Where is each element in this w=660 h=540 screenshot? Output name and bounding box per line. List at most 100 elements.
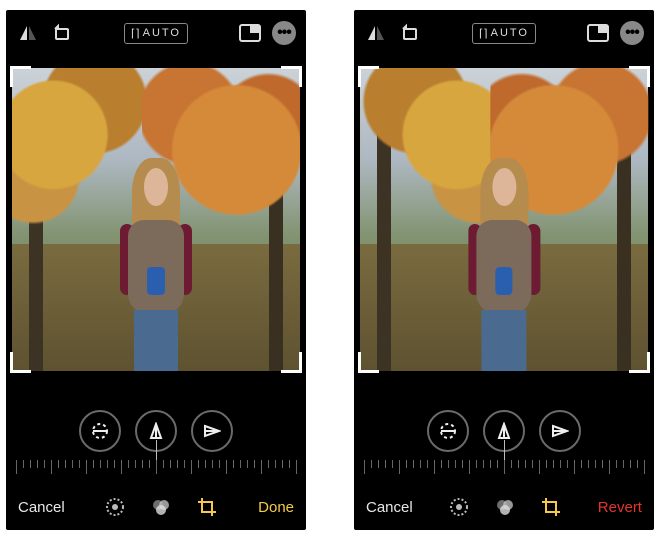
ruler-pointer [156, 440, 157, 460]
ruler-tick [79, 460, 80, 468]
ruler-pointer [504, 440, 505, 460]
ruler-tick [100, 460, 101, 468]
crop-handle-top-left[interactable] [358, 66, 379, 87]
ruler-tick [212, 460, 213, 468]
ruler-tick [574, 460, 575, 474]
photo-editor-screen: ⌈⌉ AUTO ••• [354, 10, 654, 530]
ruler-tick [177, 460, 178, 468]
ruler-tick [560, 460, 561, 468]
horizontal-perspective-tool[interactable] [191, 410, 233, 452]
crop-handle-top-left[interactable] [10, 66, 31, 87]
photo-subject [461, 135, 547, 371]
ruler-tick [399, 460, 400, 474]
ruler-tick [72, 460, 73, 468]
ruler-tick [44, 460, 45, 468]
straighten-tool[interactable] [427, 410, 469, 452]
horizontal-perspective-tool[interactable] [539, 410, 581, 452]
more-button[interactable]: ••• [272, 21, 296, 45]
auto-label: AUTO [491, 27, 529, 39]
page: ⌈⌉ AUTO ••• [0, 0, 660, 540]
ellipsis-icon: ••• [625, 24, 639, 42]
photo-subject [113, 135, 199, 371]
ruler-tick [434, 460, 435, 474]
auto-button[interactable]: ⌈⌉ AUTO [124, 23, 188, 44]
cancel-button[interactable]: Cancel [18, 499, 65, 516]
ruler-tick [441, 460, 442, 468]
ruler-tick [616, 460, 617, 468]
straighten-tool[interactable] [79, 410, 121, 452]
ruler-tick [602, 460, 603, 468]
ruler-tick [114, 460, 115, 468]
ruler-tick [219, 460, 220, 468]
auto-button[interactable]: ⌈⌉ AUTO [472, 23, 536, 44]
ruler-tick [205, 460, 206, 468]
ruler-tick [539, 460, 540, 474]
crop-handle-top-right[interactable] [281, 66, 302, 87]
ruler-tick [156, 460, 157, 474]
ruler-tick [247, 460, 248, 468]
ruler-tick [476, 460, 477, 468]
ellipsis-icon: ••• [277, 24, 291, 42]
filters-icon[interactable] [493, 495, 517, 519]
cancel-button[interactable]: Cancel [366, 499, 413, 516]
crop-icon[interactable] [539, 495, 563, 519]
done-button[interactable]: Done [258, 499, 294, 516]
ruler-tick [135, 460, 136, 468]
auto-label: AUTO [143, 27, 181, 39]
auto-brackets-icon: ⌈⌉ [479, 27, 488, 40]
ruler-tick [588, 460, 589, 468]
ruler-tick [296, 460, 297, 474]
ruler-tick [93, 460, 94, 468]
ruler-tick [420, 460, 421, 468]
rotate-icon[interactable] [50, 21, 74, 45]
photo-canvas[interactable] [360, 68, 648, 371]
adjust-icon[interactable] [447, 495, 471, 519]
ruler-tick [609, 460, 610, 474]
ruler-tick [518, 460, 519, 468]
top-toolbar: ⌈⌉ AUTO ••• [6, 10, 306, 56]
ruler-tick [16, 460, 17, 474]
flip-horizontal-icon[interactable] [16, 21, 40, 45]
ruler-tick [149, 460, 150, 468]
ruler-tick [23, 460, 24, 468]
ruler-tick [490, 460, 491, 468]
ruler-tick [553, 460, 554, 468]
filters-icon[interactable] [149, 495, 173, 519]
ruler-tick [378, 460, 379, 468]
ruler-tick [567, 460, 568, 468]
ruler-tick [51, 460, 52, 474]
top-toolbar: ⌈⌉ AUTO ••• [354, 10, 654, 56]
flip-horizontal-icon[interactable] [364, 21, 388, 45]
rotate-icon[interactable] [398, 21, 422, 45]
ruler-tick [240, 460, 241, 468]
crop-handle-bottom-left[interactable] [358, 352, 379, 373]
ruler-tick [455, 460, 456, 468]
aspect-ratio-icon[interactable] [238, 21, 262, 45]
crop-handle-bottom-right[interactable] [629, 352, 650, 373]
ruler-tick [630, 460, 631, 468]
aspect-ratio-icon[interactable] [586, 21, 610, 45]
ruler-tick [268, 460, 269, 468]
ruler-tick [371, 460, 372, 468]
ruler-tick [142, 460, 143, 468]
photo-canvas[interactable] [12, 68, 300, 371]
adjust-icon[interactable] [103, 495, 127, 519]
ruler-tick [623, 460, 624, 468]
ruler-tick [289, 460, 290, 468]
ruler-tick [191, 460, 192, 474]
ruler-tick [184, 460, 185, 468]
ruler-tick [581, 460, 582, 468]
top-toolbar-left [364, 21, 422, 45]
ruler-tick [170, 460, 171, 468]
crop-handle-bottom-left[interactable] [10, 352, 31, 373]
ruler-tick [364, 460, 365, 474]
crop-icon[interactable] [195, 495, 219, 519]
crop-handle-bottom-right[interactable] [281, 352, 302, 373]
revert-button[interactable]: Revert [598, 499, 642, 516]
ruler-tick [448, 460, 449, 468]
crop-handle-top-right[interactable] [629, 66, 650, 87]
ruler-tick [261, 460, 262, 474]
more-button[interactable]: ••• [620, 21, 644, 45]
ruler-tick [254, 460, 255, 468]
bottom-toolbar: Cancel Revert [354, 484, 654, 530]
